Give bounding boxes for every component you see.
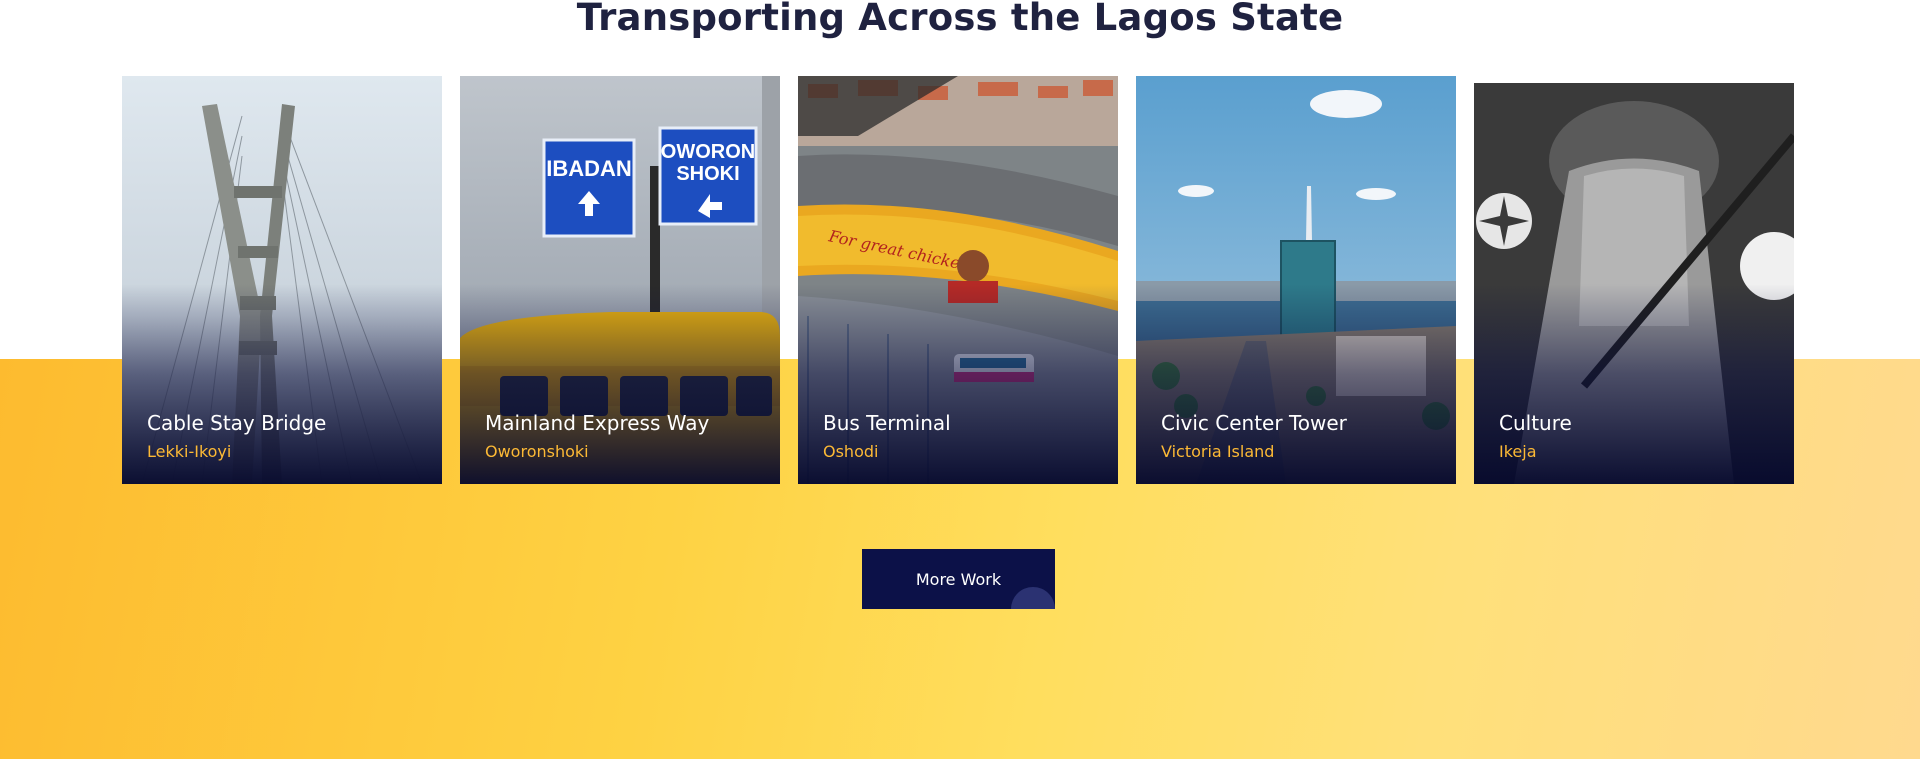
ibadan-sign-text: IBADAN [546, 156, 632, 181]
project-card-civic-center-tower[interactable]: Civic Center Tower Victoria Island [1136, 76, 1456, 484]
card-location: Victoria Island [1161, 442, 1275, 461]
card-location: Oworonshoki [485, 442, 589, 461]
more-work-label: More Work [915, 569, 1002, 589]
section-title: Transporting Across the Lagos State [576, 0, 1344, 39]
project-card-bus-terminal[interactable]: For great chicken Bus Terminal Oshodi [798, 76, 1118, 484]
card-title: Bus Terminal [823, 411, 951, 435]
project-card-mainland-express-way[interactable]: IBADAN OWORON SHOKI Mainland Express Way… [460, 76, 780, 484]
card-title: Cable Stay Bridge [147, 411, 327, 435]
more-work-button[interactable]: More Work [862, 549, 1055, 609]
project-card-culture[interactable]: Culture Ikeja [1474, 76, 1794, 484]
card-location: Lekki-Ikoyi [147, 442, 232, 461]
card-title: Culture [1499, 411, 1572, 435]
card-title: Civic Center Tower [1161, 411, 1347, 435]
button-decoration [1011, 587, 1055, 609]
card-location: Ikeja [1499, 442, 1537, 461]
shoki-sign-text: SHOKI [676, 163, 739, 185]
card-location: Oshodi [823, 442, 879, 461]
card-title: Mainland Express Way [485, 411, 710, 435]
project-card-cable-stay-bridge[interactable]: Cable Stay Bridge Lekki-Ikoyi [122, 76, 442, 484]
oworon-sign-text: OWORON [661, 141, 755, 163]
